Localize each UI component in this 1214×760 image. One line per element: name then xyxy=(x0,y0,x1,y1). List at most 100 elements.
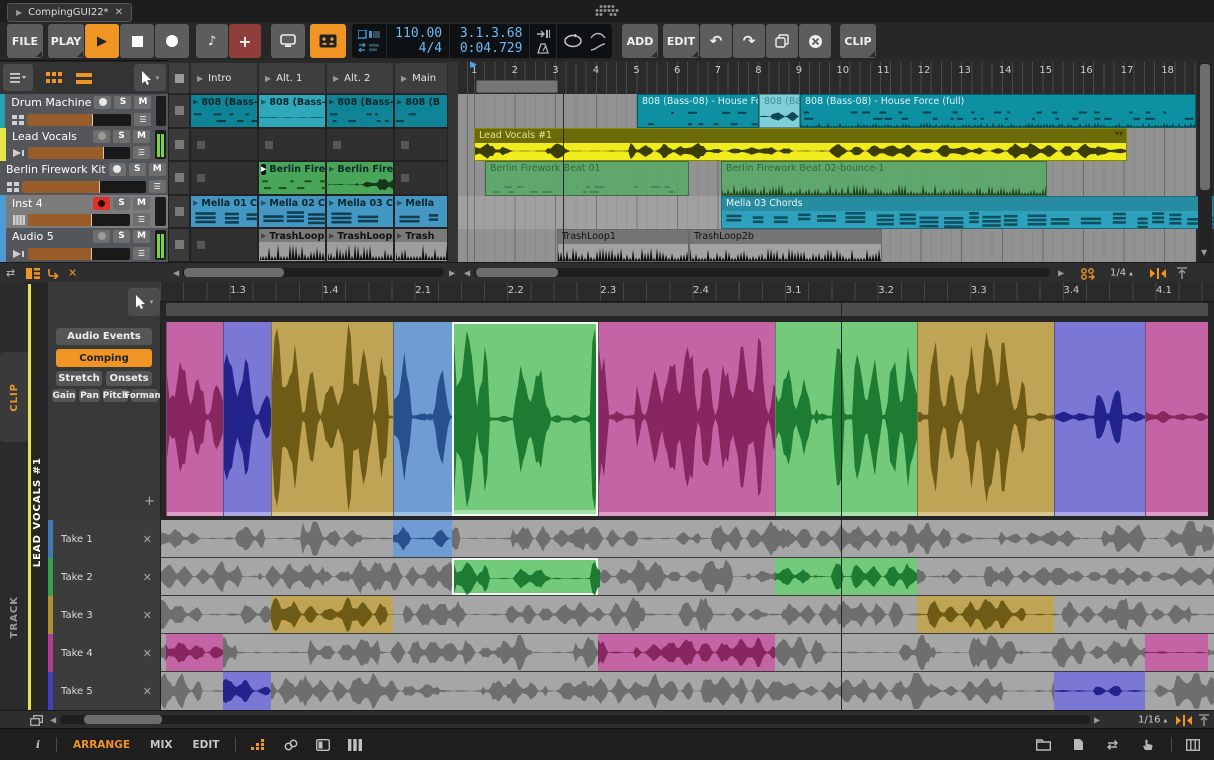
comp-segment-take-4[interactable] xyxy=(1145,322,1208,516)
comp-segment-take-4[interactable] xyxy=(166,322,223,516)
overdub-plus-button[interactable]: + xyxy=(229,24,261,58)
duplicate-button[interactable] xyxy=(766,24,798,58)
automation-icons[interactable] xyxy=(590,31,606,51)
snap-markers-icon[interactable] xyxy=(1150,268,1166,279)
track-row-inst-4[interactable]: Inst 4SM☰ xyxy=(0,195,168,229)
delete-button[interactable] xyxy=(799,24,831,58)
editor-scrollbar-thumb[interactable] xyxy=(84,715,162,724)
comp-segment-take-2[interactable] xyxy=(775,322,917,516)
editor-playhead[interactable] xyxy=(841,300,842,710)
clip-berlin-fire-[interactable]: ▶Berlin Fire... xyxy=(258,161,326,195)
clip-trashloop2b[interactable]: ▶TrashLoop2b xyxy=(326,228,394,262)
comp-segment-handle[interactable] xyxy=(224,512,271,516)
punch-metronome-icons[interactable] xyxy=(530,24,556,58)
arranger-ruler[interactable]: 123456789101112131415161718▶ xyxy=(458,62,1196,95)
add-lane-button[interactable]: + xyxy=(144,494,155,509)
arm-button[interactable] xyxy=(94,96,111,109)
adaptive-grid-icon[interactable] xyxy=(1176,267,1188,280)
arranger-scrollbar[interactable] xyxy=(474,268,1050,277)
adaptive-grid-icon[interactable] xyxy=(1198,714,1210,727)
arm-button[interactable] xyxy=(93,197,110,210)
arm-button[interactable] xyxy=(109,163,126,176)
solo-button[interactable]: S xyxy=(113,197,130,210)
editor-ruler[interactable]: 1.31.42.12.22.32.43.13.23.33.44.1 xyxy=(160,282,1214,302)
clip-808-bass-[interactable]: ▶808 (Bass-... xyxy=(326,94,394,128)
arranger-clip-berlin-firework-beat-01[interactable]: Berlin Firework Beat 01 xyxy=(485,161,689,196)
editor-tool-button[interactable]: ▾ xyxy=(128,288,160,316)
comp-lane[interactable] xyxy=(160,322,1214,516)
comp-segment-take-1[interactable] xyxy=(393,322,452,516)
take-highlight[interactable] xyxy=(1145,634,1208,671)
gain-tab[interactable]: Gain xyxy=(52,389,76,402)
arranger-snap-value[interactable]: 1/4 ▴ xyxy=(1110,268,1133,279)
scroll-left-icon[interactable]: ◀ xyxy=(464,269,470,278)
scroll-left-icon[interactable]: ◀ xyxy=(173,269,179,278)
view-edit[interactable]: EDIT xyxy=(192,739,219,751)
scroll-right-icon[interactable]: ▶ xyxy=(449,269,455,278)
vscroll-down-icon[interactable]: ▼ xyxy=(1201,248,1207,257)
audio-engine-icon[interactable] xyxy=(1080,267,1095,280)
mute-button[interactable]: M xyxy=(133,197,150,210)
take-highlight[interactable] xyxy=(166,634,223,671)
arranger-vscrollbar-thumb[interactable] xyxy=(1200,64,1210,190)
take-header-3[interactable]: Take 3✕ xyxy=(48,596,161,635)
record-button[interactable] xyxy=(155,24,189,58)
clip-808-b[interactable]: ▶808 (B xyxy=(394,94,448,128)
scene-header-main[interactable]: ▶Main xyxy=(394,62,448,94)
arranger-clip-808-bass-08-house-force-full-[interactable]: 808 (Bass-08) - House Force (full) xyxy=(800,94,1196,128)
arranger-lane-inst-4[interactable]: Mella 03 Chords xyxy=(458,196,1196,230)
comp-segment-handle[interactable] xyxy=(272,512,393,516)
take-highlight[interactable] xyxy=(393,520,452,557)
edit-menu-button[interactable]: EDIT xyxy=(663,24,699,58)
clip-cell[interactable] xyxy=(190,128,258,161)
comp-segment-take-3[interactable] xyxy=(917,322,1054,516)
take-highlight[interactable] xyxy=(917,596,1054,633)
comp-segment-handle[interactable] xyxy=(1146,512,1208,516)
arranger-clip-808-bas[interactable]: 808 (Bas xyxy=(759,94,800,128)
track-row-drum-machine[interactable]: Drum MachineSM☰ xyxy=(0,94,168,129)
comp-segment-take-4[interactable] xyxy=(598,322,775,516)
take-highlight[interactable] xyxy=(271,596,393,633)
display-profile-button[interactable] xyxy=(271,24,305,58)
arranger-lane-lead-vocals[interactable]: Lead Vocals #1▾▾ xyxy=(458,128,1196,162)
comping-tab[interactable]: Comping xyxy=(56,349,152,367)
editor-snap-value[interactable]: 1/16 ▴ xyxy=(1138,715,1167,726)
clip-trash[interactable]: ▶Trash xyxy=(394,228,448,262)
layers-icon[interactable] xyxy=(30,715,43,726)
pan-tab[interactable]: Pan xyxy=(79,389,100,402)
clip-cell[interactable] xyxy=(394,161,448,195)
arranger-lane-drum-machine[interactable]: 808 (Bass-08) - House Force (808 (Bas808… xyxy=(458,94,1196,129)
formant-tab[interactable]: Formant xyxy=(131,389,158,402)
track-row-berlin-firework-kit[interactable]: Berlin Firework KitSM☰ xyxy=(0,161,168,196)
track-row-lead-vocals[interactable]: Lead VocalsSM☰ xyxy=(0,128,168,162)
file-menu-button[interactable]: FILE xyxy=(7,24,43,58)
scroll-right-icon[interactable]: ▶ xyxy=(1058,269,1064,278)
io-routing-icon[interactable]: ⇄ xyxy=(6,267,15,280)
clip-808-bass-[interactable]: ▶808 (Bass-... xyxy=(190,94,258,128)
comp-segment-handle[interactable] xyxy=(776,512,917,516)
track-stop-cell[interactable] xyxy=(168,161,190,195)
track-stop-cell[interactable] xyxy=(168,195,190,228)
io-swap-icon[interactable] xyxy=(1106,739,1119,751)
stop-button[interactable] xyxy=(120,24,154,58)
comp-segment-handle[interactable] xyxy=(167,512,223,516)
arranger-clip-berlin-firework-beat-02-bounce-1[interactable]: Berlin Firework Beat 02-bounce-1 xyxy=(721,161,1047,196)
time-selection-bar[interactable] xyxy=(476,80,558,93)
play-menu-button[interactable]: PLAY xyxy=(48,24,84,58)
clip-cell[interactable] xyxy=(326,128,394,161)
take-delete-button[interactable]: ✕ xyxy=(143,647,160,660)
solo-button[interactable]: S xyxy=(113,130,130,143)
scroll-left-icon[interactable]: ◀ xyxy=(50,716,56,725)
mixer-columns-icon[interactable] xyxy=(348,739,362,751)
play-button[interactable]: ▶ xyxy=(85,24,119,58)
arranger-scrollbar-thumb[interactable] xyxy=(476,268,558,277)
clip-loop-region-bar[interactable] xyxy=(166,303,1208,316)
play-start-marker[interactable]: ▶ xyxy=(470,60,477,70)
scroll-right-icon[interactable]: ▶ xyxy=(1094,716,1100,725)
controller-button[interactable] xyxy=(310,24,346,58)
mute-button[interactable]: M xyxy=(133,130,150,143)
take-delete-button[interactable]: ✕ xyxy=(143,533,160,546)
scene-header-alt-2[interactable]: ▶Alt. 2 xyxy=(326,62,394,94)
take-lane-1[interactable] xyxy=(160,520,1214,558)
undo-button[interactable]: ↶ xyxy=(700,24,732,58)
